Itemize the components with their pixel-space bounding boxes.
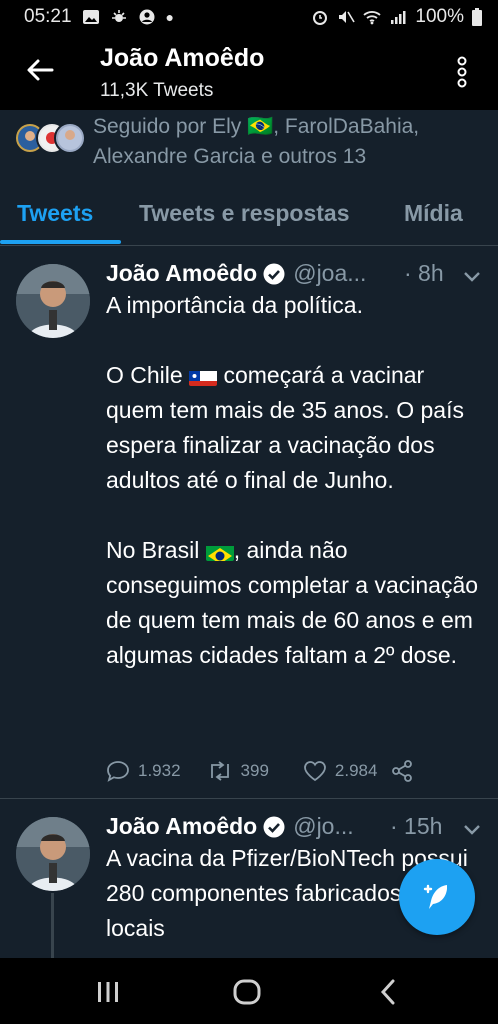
tab-tweets[interactable]: Tweets xyxy=(17,200,93,227)
tweet-paragraph: No Brasil , ainda não conseguimos comple… xyxy=(106,533,486,673)
retweet-count: 399 xyxy=(240,761,269,780)
mute-icon xyxy=(339,11,356,23)
home-button[interactable] xyxy=(227,974,267,1010)
retweet-icon xyxy=(210,761,229,781)
back-nav-button[interactable] xyxy=(368,974,408,1010)
signal-icon xyxy=(391,11,406,24)
tweet-text-segment: O Chile xyxy=(106,362,183,388)
battery-percent: 100% xyxy=(415,6,464,27)
author-name[interactable]: João Amoêdo xyxy=(106,260,257,287)
like-button[interactable]: 2.984 xyxy=(303,760,378,782)
follower-avatar xyxy=(54,122,86,154)
author-handle[interactable]: @joa... xyxy=(293,260,366,287)
tweet-text-segment: No Brasil xyxy=(106,537,200,563)
tweet-header: João Amoêdo @joa... xyxy=(106,260,366,287)
chile-flag-icon xyxy=(189,366,218,386)
retweet-button[interactable]: 399 xyxy=(207,761,269,781)
share-button[interactable] xyxy=(391,760,413,782)
tweet-header: João Amoêdo @jo... xyxy=(106,813,354,840)
more-vertical-icon xyxy=(457,56,467,88)
share-icon xyxy=(392,760,413,782)
compose-feather-icon xyxy=(423,884,447,909)
tweet-actions: 1.932 399 2.984 xyxy=(106,760,413,782)
recent-apps-button[interactable] xyxy=(88,974,128,1010)
tweet-text-line: A importância da política. xyxy=(106,292,363,318)
more-options-button[interactable] xyxy=(448,52,476,92)
brazil-flag-icon xyxy=(205,541,234,561)
battery-icon xyxy=(472,8,482,26)
reply-count: 1.932 xyxy=(138,761,181,780)
recent-apps-icon xyxy=(98,982,118,1002)
tab-media[interactable]: Mídia xyxy=(404,200,463,227)
notification-dot-icon: ● xyxy=(165,9,175,25)
tweet-text: A importância da política. O Chile começ… xyxy=(106,288,486,673)
tweet-text-line xyxy=(106,323,486,358)
chevron-down-icon[interactable] xyxy=(462,270,482,284)
tweet-paragraph: O Chile começará a vacinar quem tem mais… xyxy=(106,358,486,498)
back-chevron-icon xyxy=(380,979,395,1005)
heart-icon xyxy=(304,761,326,782)
verified-icon xyxy=(263,816,285,837)
profile-tabs: Tweets Tweets e respostas Mídia xyxy=(0,186,498,246)
followed-by-section[interactable]: Seguido por Ely 🇧🇷, FarolDaBahia, Alexan… xyxy=(0,110,498,176)
active-tab-indicator xyxy=(0,240,121,244)
tab-tweets-and-replies[interactable]: Tweets e respostas xyxy=(139,200,350,227)
weather-icon xyxy=(111,10,126,22)
reply-button[interactable]: 1.932 xyxy=(106,760,181,782)
tweet-time: · 8h xyxy=(404,260,444,286)
chevron-down-icon[interactable] xyxy=(462,823,482,837)
reply-icon xyxy=(107,761,129,782)
status-bar: 05:21 ● 100% xyxy=(0,0,498,34)
avatar[interactable] xyxy=(16,817,90,891)
system-nav-bar xyxy=(0,958,498,1024)
account-icon xyxy=(139,9,155,25)
gallery-icon xyxy=(82,10,99,24)
tweet-time: · 15h xyxy=(390,813,443,839)
verified-icon xyxy=(263,263,285,284)
tweet-count: 11,3K Tweets xyxy=(100,80,214,101)
thread-line xyxy=(51,893,54,958)
avatar[interactable] xyxy=(16,264,90,338)
author-handle[interactable]: @jo... xyxy=(293,813,353,840)
wifi-icon xyxy=(363,11,381,25)
back-arrow-icon xyxy=(27,59,54,81)
tweet-text-line xyxy=(106,498,486,533)
status-time: 05:21 xyxy=(24,6,72,27)
alarm-icon xyxy=(313,11,328,25)
like-count: 2.984 xyxy=(334,761,378,780)
author-name[interactable]: João Amoêdo xyxy=(106,813,257,840)
tweet[interactable]: João Amoêdo @joa... · 8h A importância d… xyxy=(0,246,498,798)
followed-by-text: Seguido por Ely 🇧🇷, FarolDaBahia, Alexan… xyxy=(93,115,420,168)
home-icon xyxy=(233,979,261,1005)
profile-name-title: João Amoêdo xyxy=(100,44,265,72)
profile-header: João Amoêdo 11,3K Tweets xyxy=(0,34,498,110)
compose-tweet-button[interactable] xyxy=(399,859,475,935)
back-button[interactable] xyxy=(22,52,58,88)
